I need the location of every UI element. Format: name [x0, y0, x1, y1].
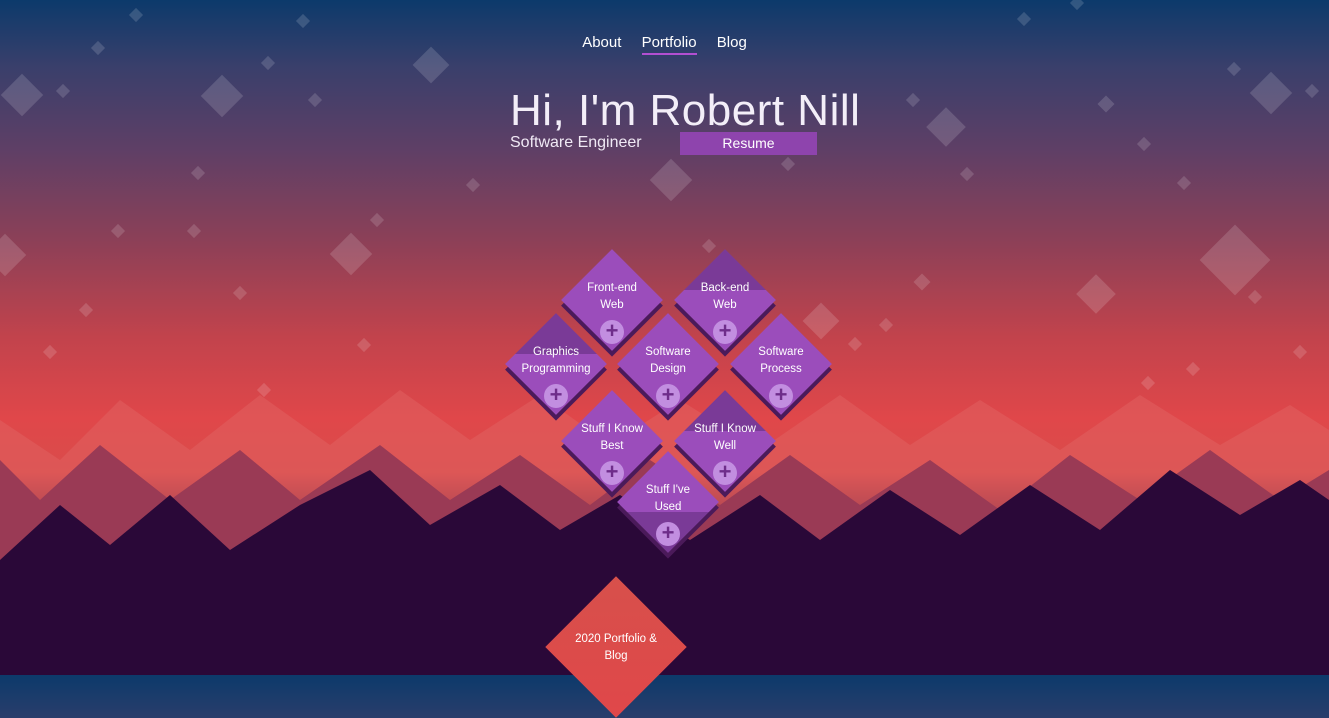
plus-icon[interactable]: +: [656, 522, 680, 546]
tile-label: Stuff I Know Well: [694, 423, 756, 452]
tile-label: Stuff I've Used: [645, 484, 691, 513]
tile-label: Front-end Web: [587, 282, 637, 311]
nav-link-portfolio[interactable]: Portfolio: [641, 34, 697, 55]
page-title: Hi, I'm Robert Nill: [510, 86, 861, 135]
tile-label: Software Design: [645, 346, 691, 375]
portfolio-blog-tile[interactable]: 2020 Portfolio & Blog: [545, 576, 687, 718]
tile-label: Stuff I Know Best: [581, 423, 643, 452]
page-subtitle: Software Engineer: [510, 134, 642, 151]
tile-label: Graphics Programming: [521, 346, 591, 375]
tile-label: Back-end Web: [700, 282, 750, 311]
top-nav: About Portfolio Blog: [0, 34, 1329, 55]
nav-link-blog[interactable]: Blog: [717, 34, 747, 53]
resume-button[interactable]: Resume: [680, 132, 817, 155]
tile-label: 2020 Portfolio & Blog: [575, 633, 657, 662]
nav-link-about[interactable]: About: [582, 34, 621, 53]
skill-tile-stuff-used[interactable]: Stuff I've Used +: [617, 451, 719, 553]
tile-label: Software Process: [758, 346, 804, 375]
